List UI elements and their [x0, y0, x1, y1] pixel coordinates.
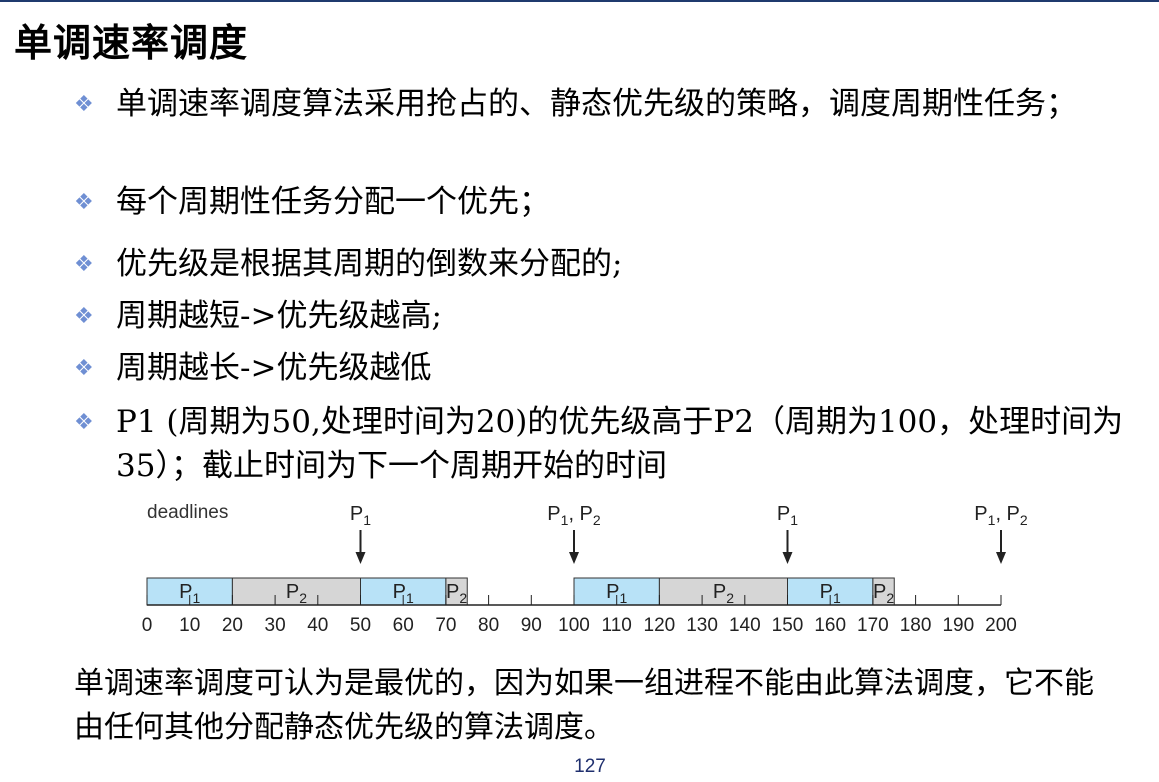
- axis-tick-label: 40: [307, 615, 328, 636]
- deadline-marker-label: P1: [350, 503, 371, 528]
- bullet-item: ❖ 周期越短->优先级越高;: [74, 294, 1134, 338]
- schedule-segments: P1 P2 P1 P2 P1 P2 P1 P2: [146, 577, 895, 606]
- bullet-item: ❖ 周期越长->优先级越低: [74, 346, 1134, 390]
- diamond-bullet-icon: ❖: [74, 190, 94, 215]
- deadline-labels: deadlines P1 P1, P2 P1 P1, P2: [147, 502, 1028, 564]
- axis-tick-label: 140: [729, 615, 761, 636]
- deadline-marker-label: P1, P2: [547, 503, 601, 528]
- axis-tick-label: 10: [179, 615, 200, 636]
- deadline-arrow-head-icon: [782, 552, 793, 564]
- axis-tick-label: 190: [942, 615, 974, 636]
- axis-tick-label: 90: [521, 615, 542, 636]
- axis-tick-label: 130: [686, 615, 718, 636]
- axis-tick-label: 150: [772, 615, 804, 636]
- deadline-arrow-head-icon: [996, 552, 1006, 564]
- axis-tick-label: 0: [142, 615, 153, 636]
- deadlines-label: deadlines: [147, 502, 228, 523]
- axis-tick-label: 160: [814, 615, 846, 636]
- bullet-text: 周期越短->优先级越高;: [116, 298, 442, 334]
- diamond-bullet-icon: ❖: [74, 304, 94, 329]
- diamond-bullet-icon: ❖: [74, 410, 94, 435]
- diamond-bullet-icon: ❖: [74, 356, 94, 381]
- page-number: 127: [574, 756, 606, 777]
- bullet-text: 每个周期性任务分配一个优先；: [116, 184, 550, 220]
- bullet-text: P1 (周期为50,处理时间为20)的优先级高于P2（周期为100，处理时间为3…: [116, 404, 1124, 484]
- axis-tick-label: 200: [985, 615, 1017, 636]
- deadline-arrow-head-icon: [355, 552, 366, 564]
- axis-tick-label: 20: [222, 615, 243, 636]
- bullet-text: 优先级是根据其周期的倒数来分配的;: [116, 246, 623, 282]
- bullet-text: 周期越长->优先级越低: [116, 350, 432, 386]
- axis-tick-label: 110: [602, 615, 632, 636]
- axis-tick-label: 30: [265, 615, 286, 636]
- axis-tick-label: 70: [435, 615, 456, 636]
- deadline-arrow-head-icon: [569, 552, 579, 564]
- bullet-text: 单调速率调度算法采用抢占的、静态优先级的策略，调度周期性任务；: [116, 86, 1077, 122]
- bullet-item: ❖ 单调速率调度算法采用抢占的、静态优先级的策略，调度周期性任务；: [74, 82, 1134, 126]
- diamond-bullet-icon: ❖: [74, 252, 94, 277]
- top-border-line: [0, 0, 1159, 2]
- diamond-bullet-icon: ❖: [74, 92, 94, 117]
- bullet-item: ❖ P1 (周期为50,处理时间为20)的优先级高于P2（周期为100，处理时间…: [74, 400, 1134, 488]
- axis-tick-label: 100: [558, 615, 590, 636]
- deadline-marker-label: P1: [777, 503, 798, 528]
- axis-tick-label: 80: [478, 615, 499, 636]
- slide-title: 单调速率调度: [14, 21, 249, 65]
- conclusion-text: 单调速率调度可认为是最优的，因为如果一组进程不能由此算法调度，它不能由任何其他分…: [74, 666, 1094, 745]
- axis-tick-label: 180: [900, 615, 932, 636]
- axis-tick-label: 120: [644, 615, 676, 636]
- scheduling-timeline: deadlines P1 P1, P2 P1 P1, P2 P1 P2 P1 P2 P1 P2 P1…: [142, 502, 1028, 636]
- axis-tick-label: 50: [350, 615, 371, 636]
- bullet-item: ❖ 每个周期性任务分配一个优先；: [74, 180, 1134, 224]
- deadline-marker-label: P1, P2: [974, 503, 1028, 528]
- axis-tick-label: 60: [393, 615, 414, 636]
- axis-tick-label: 170: [857, 615, 889, 636]
- bullet-item: ❖ 优先级是根据其周期的倒数来分配的;: [74, 242, 1134, 286]
